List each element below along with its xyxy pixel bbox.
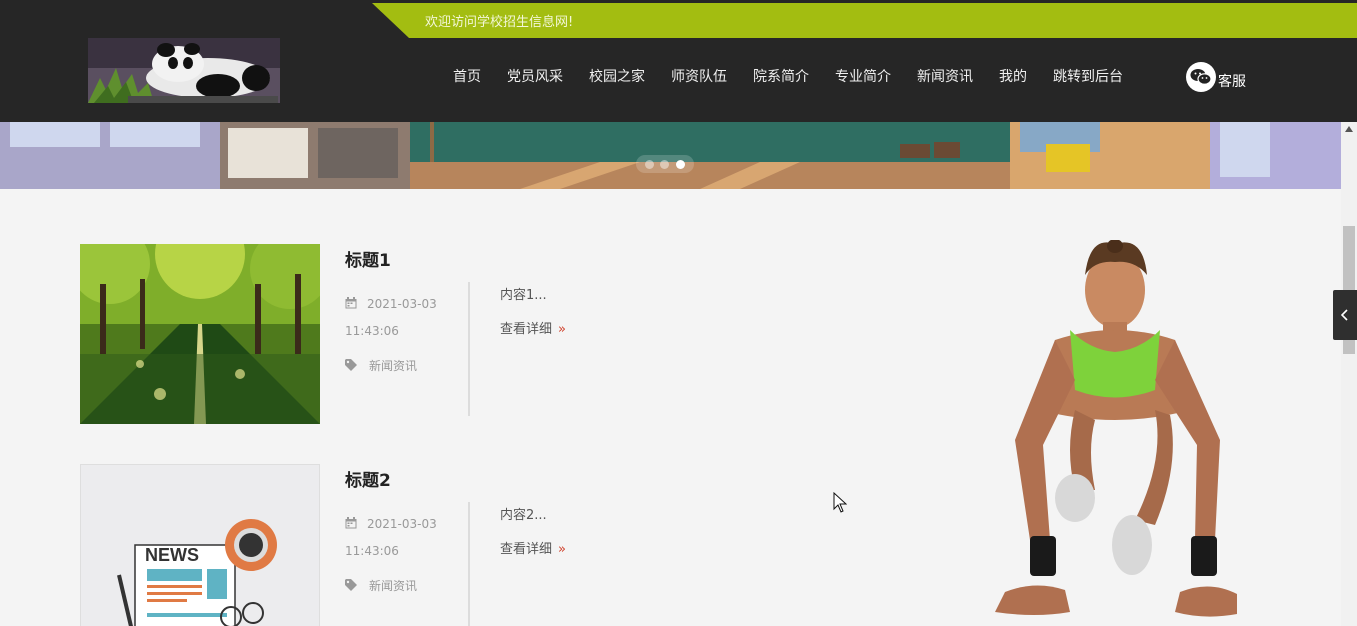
- calendar-icon: [345, 292, 357, 318]
- nav-item-admin[interactable]: 跳转到后台: [1040, 66, 1136, 86]
- nav-item-faculty[interactable]: 师资队伍: [658, 66, 740, 86]
- panda-logo-image: [88, 38, 280, 103]
- news-time: 11:43:06: [345, 543, 399, 558]
- mouse-cursor: [833, 491, 848, 517]
- news-datetime: 2021-03-03 11:43:06: [345, 511, 455, 564]
- read-more-link[interactable]: 查看详细 »: [500, 538, 566, 557]
- nav-item-majors[interactable]: 专业简介: [822, 66, 904, 86]
- news-category-label[interactable]: 新闻资讯: [369, 579, 417, 593]
- news-category-label[interactable]: 新闻资讯: [369, 359, 417, 373]
- scroll-up-icon[interactable]: [1345, 126, 1353, 132]
- divider: [468, 282, 470, 416]
- tree-road-image: [80, 244, 320, 424]
- news-thumbnail[interactable]: [80, 244, 320, 424]
- nav-item-departments[interactable]: 院系简介: [740, 66, 822, 86]
- side-panel-toggle[interactable]: [1333, 290, 1357, 340]
- customer-service-button[interactable]: 客服: [1186, 62, 1246, 92]
- news-date: 2021-03-03: [367, 297, 437, 311]
- chevron-left-icon: [1341, 309, 1348, 321]
- customer-service-label: 客服: [1218, 74, 1246, 90]
- news-title[interactable]: 标题1: [345, 246, 391, 271]
- news-excerpt: 内容1...: [500, 288, 547, 303]
- news-excerpt: 内容2...: [500, 508, 547, 523]
- double-chevron-right-icon: »: [558, 542, 566, 557]
- tag-icon: [345, 579, 357, 594]
- nav-item-news[interactable]: 新闻资讯: [904, 66, 986, 86]
- news-category: 新闻资讯: [345, 577, 417, 594]
- read-more-link[interactable]: 查看详细 »: [500, 318, 566, 337]
- read-more-label: 查看详细: [500, 322, 553, 337]
- page-scrollbar[interactable]: [1341, 122, 1357, 626]
- carousel-dot-3[interactable]: [675, 159, 685, 169]
- wechat-icon: [1186, 62, 1216, 92]
- divider: [468, 502, 470, 626]
- athlete-decorative-image: [975, 239, 1255, 626]
- carousel-dot-1[interactable]: [645, 159, 655, 169]
- read-more-label: 查看详细: [500, 542, 553, 557]
- carousel-indicators: [636, 155, 694, 173]
- news-item: 标题1 2021-03-03 11:43:06 新闻资讯 内容1... 查看详细…: [80, 244, 700, 424]
- welcome-text: 欢迎访问学校招生信息网!: [425, 15, 574, 30]
- news-item: NEWS 标题2 2021-03-03 11:43:06 新闻资讯 内容2...…: [80, 464, 700, 626]
- welcome-bar: 欢迎访问学校招生信息网!: [372, 3, 1357, 38]
- main-nav: 首页 党员风采 校园之家 师资队伍 院系简介 专业简介 新闻资讯 我的 跳转到后…: [440, 66, 1136, 86]
- news-time: 11:43:06: [345, 323, 399, 338]
- site-logo[interactable]: [88, 38, 280, 103]
- news-category: 新闻资讯: [345, 357, 417, 374]
- carousel-dot-2[interactable]: [660, 159, 670, 169]
- nav-item-mine[interactable]: 我的: [986, 66, 1040, 86]
- nav-item-party-members[interactable]: 党员风采: [494, 66, 576, 86]
- nav-item-home[interactable]: 首页: [440, 66, 494, 86]
- news-datetime: 2021-03-03 11:43:06: [345, 291, 455, 344]
- nav-item-campus[interactable]: 校园之家: [576, 66, 658, 86]
- newspaper-illustration: NEWS: [81, 465, 319, 626]
- news-badge-text: NEWS: [145, 545, 199, 565]
- news-thumbnail[interactable]: NEWS: [80, 464, 320, 626]
- news-title[interactable]: 标题2: [345, 466, 391, 491]
- site-header: 欢迎访问学校招生信息网! 首页 党员风采 校园之家 师资队伍 院系简介 专业简介…: [0, 0, 1357, 122]
- double-chevron-right-icon: »: [558, 322, 566, 337]
- tag-icon: [345, 359, 357, 374]
- calendar-icon: [345, 512, 357, 538]
- news-date: 2021-03-03: [367, 517, 437, 531]
